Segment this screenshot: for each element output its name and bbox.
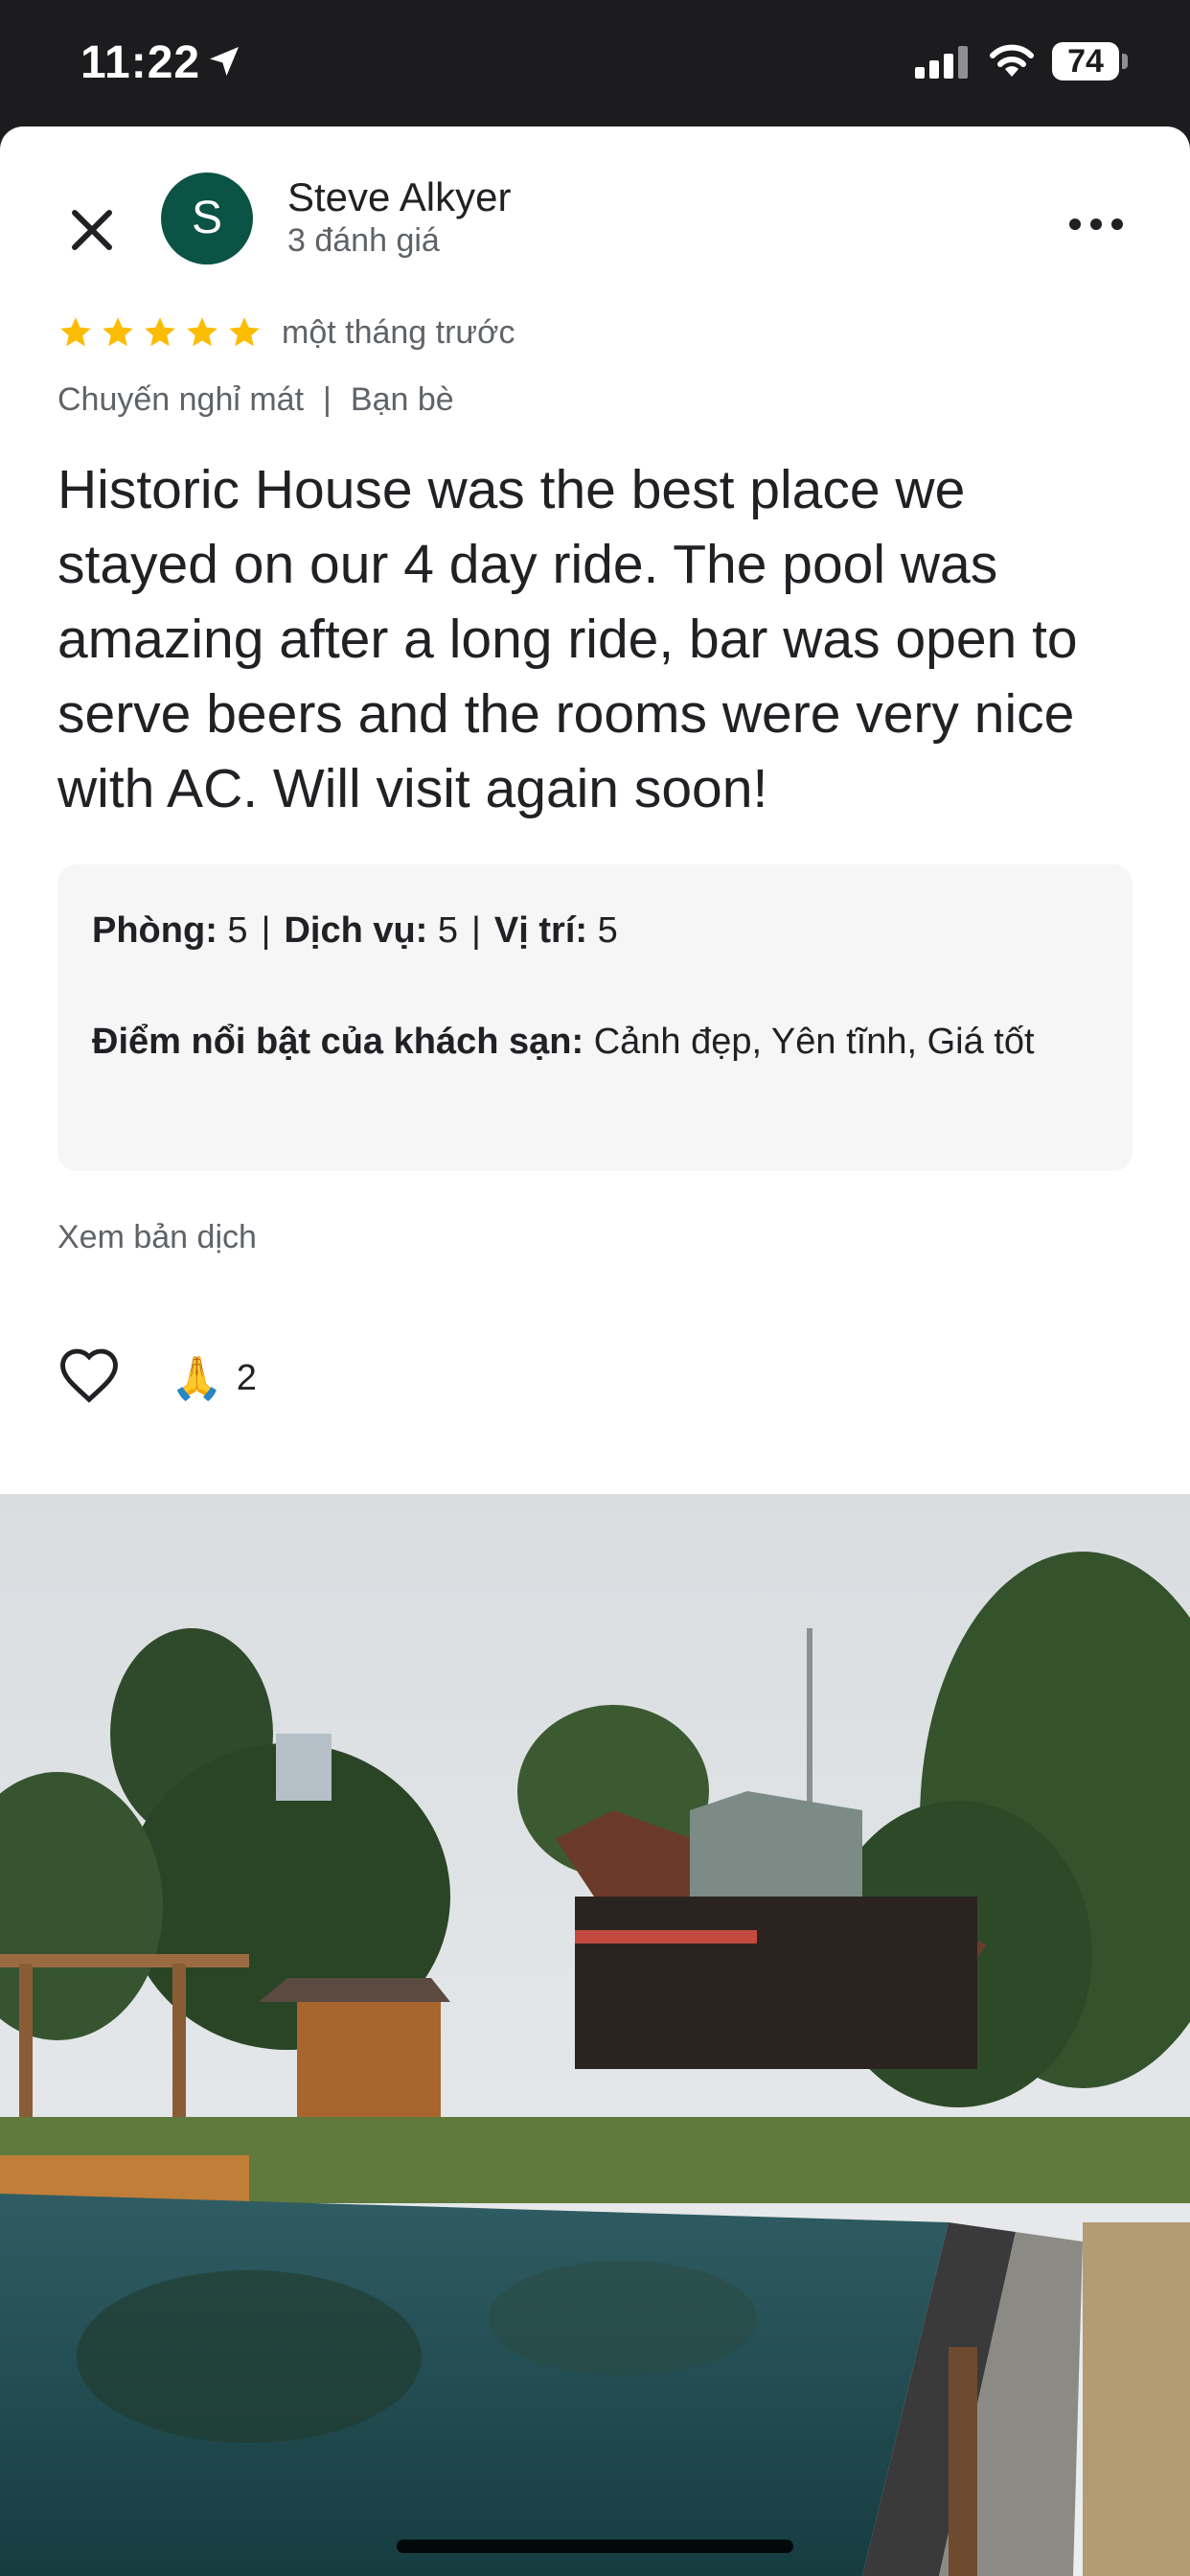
review-time-ago: một tháng trước xyxy=(282,314,515,351)
more-options-icon[interactable] xyxy=(1062,196,1131,253)
reaction-count: 2 xyxy=(236,1357,257,1398)
location-rating-value: 5 xyxy=(597,910,618,951)
status-bar: 11:22 74 xyxy=(0,0,1190,126)
close-icon[interactable] xyxy=(57,196,126,264)
review-trip-tags: Chuyến nghỉ mát | Bạn bè xyxy=(57,381,454,419)
signal-icon xyxy=(915,46,968,79)
star-icon xyxy=(229,317,260,347)
service-rating-value: 5 xyxy=(437,910,459,951)
hotel-highlights: Điểm nổi bật của khách sạn: Cảnh đẹp, Yê… xyxy=(92,1018,1098,1066)
room-rating-value: 5 xyxy=(227,910,248,951)
star-icon xyxy=(187,317,217,347)
folded-hands-icon: 🙏 xyxy=(171,1355,223,1402)
sub-ratings: Phòng: 5 | Dịch vụ: 5 | Vị trí: 5 xyxy=(92,910,618,952)
room-rating-label: Phòng: xyxy=(92,910,217,951)
location-arrow-icon xyxy=(210,47,239,76)
rating-divider: | xyxy=(261,910,271,951)
review-text: Historic House was the best place we sta… xyxy=(57,459,1078,819)
reviewer-name[interactable]: Steve Alkyer xyxy=(287,174,511,220)
trip-type: Chuyến nghỉ mát xyxy=(57,381,305,418)
review-photo[interactable] xyxy=(0,1494,1190,2576)
status-time: 11:22 xyxy=(80,37,201,88)
highlights-label: Điểm nổi bật của khách sạn: xyxy=(92,1022,584,1062)
reaction-summary[interactable]: 🙏 2 xyxy=(171,1353,257,1403)
battery-icon: 74 xyxy=(1052,42,1119,80)
trip-companions: Bạn bè xyxy=(350,381,454,418)
review-sheet: S Steve Alkyer 3 đánh giá một tháng trướ… xyxy=(0,126,1190,2576)
avatar[interactable]: S xyxy=(161,172,253,264)
see-translation-link[interactable]: Xem bản dịch xyxy=(57,1219,257,1256)
reviewer-review-count: 3 đánh giá xyxy=(287,222,440,259)
tag-divider: | xyxy=(323,381,332,418)
battery-tip xyxy=(1122,54,1128,69)
star-icon xyxy=(60,317,91,347)
star-icon xyxy=(145,317,175,347)
star-icon xyxy=(103,317,133,347)
star-rating xyxy=(57,314,263,351)
home-indicator[interactable] xyxy=(397,2540,793,2553)
highlights-value: Cảnh đẹp, Yên tĩnh, Giá tốt xyxy=(593,1022,1035,1062)
wifi-icon xyxy=(990,44,1034,77)
heart-icon[interactable] xyxy=(57,1346,121,1409)
location-rating-label: Vị trí: xyxy=(493,910,588,951)
service-rating-label: Dịch vụ: xyxy=(284,910,428,951)
rating-details-box: Phòng: 5 | Dịch vụ: 5 | Vị trí: 5 Điểm nổi b… xyxy=(57,864,1133,1171)
rating-divider: | xyxy=(471,910,481,951)
